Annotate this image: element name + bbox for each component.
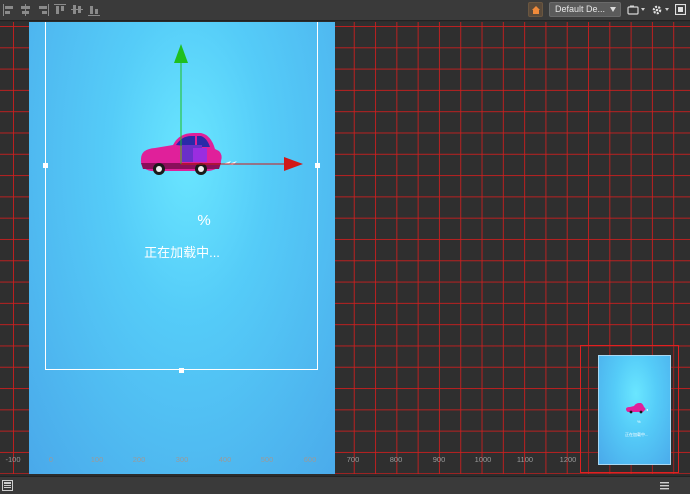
settings-button[interactable]: [651, 4, 669, 16]
layout-icon: [675, 4, 686, 15]
axis-label: 900: [432, 455, 446, 464]
move-gizmo[interactable]: [168, 42, 308, 174]
axis-label: 0: [48, 455, 54, 464]
y-axis-arrow-icon[interactable]: [174, 44, 188, 63]
status-bar: [0, 476, 690, 494]
axis-label: 100: [90, 455, 104, 464]
resize-handle-right[interactable]: [315, 163, 320, 168]
chevron-down-icon: [665, 8, 669, 11]
axis-label: 1000: [474, 455, 492, 464]
align-middle-v-icon[interactable]: [70, 3, 84, 17]
menu-icon[interactable]: [660, 481, 669, 490]
device-select[interactable]: Default De...: [549, 2, 621, 17]
align-tools: [2, 3, 101, 17]
home-icon[interactable]: [528, 2, 543, 17]
scene-viewport[interactable]: % 正在加载中... -100 0 100 200 300 400 500 60…: [0, 22, 690, 474]
view-tools: Default De...: [528, 2, 686, 17]
layout-button[interactable]: [675, 4, 686, 15]
align-right-icon[interactable]: [36, 3, 50, 17]
minimap-car: [626, 403, 648, 414]
resize-handle-bottom[interactable]: [179, 368, 184, 373]
resize-handle-left[interactable]: [43, 163, 48, 168]
align-bottom-icon[interactable]: [87, 3, 101, 17]
axis-label: 500: [260, 455, 274, 464]
scene-editor: Default De... % 正在加载中... -100 0 100 200 …: [0, 0, 690, 494]
axis-label: 400: [218, 455, 232, 464]
minimap-percent: %: [637, 419, 641, 424]
percent-label: %: [197, 212, 211, 229]
device-select-value: Default De...: [555, 4, 606, 14]
scene-minimap[interactable]: % 正在加载中...: [580, 345, 679, 473]
panel-icon[interactable]: [2, 480, 13, 491]
scene-toolbar: Default De...: [0, 0, 690, 21]
x-axis-arrow-icon[interactable]: [284, 157, 303, 171]
axis-label: 300: [175, 455, 189, 464]
camera-button[interactable]: [627, 5, 645, 15]
axis-label: 800: [389, 455, 403, 464]
align-left-icon[interactable]: [2, 3, 16, 17]
gear-icon: [652, 5, 662, 14]
camera-icon: [627, 5, 639, 15]
align-top-icon[interactable]: [53, 3, 67, 17]
minimap-canvas: % 正在加载中...: [598, 355, 671, 465]
axis-label: 1100: [516, 455, 534, 464]
minimap-loading-label: 正在加载中...: [625, 432, 649, 437]
axis-label: 600: [303, 455, 317, 464]
chevron-down-icon: [610, 7, 616, 12]
loading-label: 正在加载中...: [144, 245, 220, 260]
axis-label: 700: [346, 455, 360, 464]
chevron-down-icon: [641, 8, 645, 11]
align-center-h-icon[interactable]: [19, 3, 33, 17]
axis-label: -100: [5, 455, 21, 464]
axis-label: 1200: [559, 455, 577, 464]
axis-label: 200: [132, 455, 146, 464]
